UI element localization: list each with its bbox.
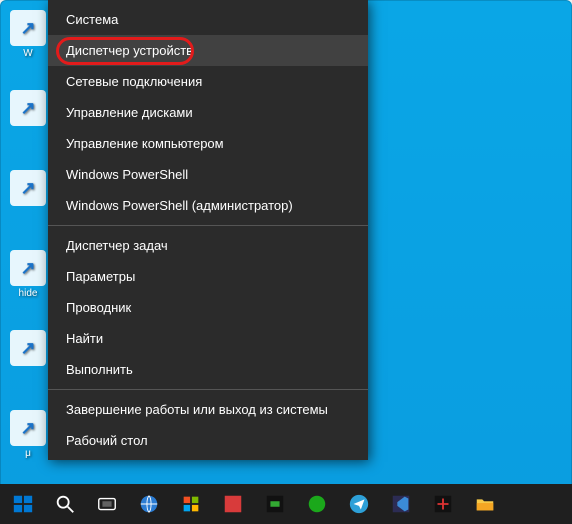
taskview-button[interactable] — [86, 484, 128, 524]
desktop-icon-label: μ — [25, 448, 31, 459]
start-button[interactable] — [2, 484, 44, 524]
menu-item-powershell[interactable]: Windows PowerShell — [48, 159, 368, 190]
taskbar-app[interactable] — [338, 484, 380, 524]
menu-item-shutdown-signout[interactable]: Завершение работы или выход из системы — [48, 394, 368, 425]
taskbar-app[interactable] — [380, 484, 422, 524]
app-green-icon — [306, 493, 328, 515]
menu-item-disk-management[interactable]: Управление дисками — [48, 97, 368, 128]
tool-icon — [432, 493, 454, 515]
taskbar-app[interactable] — [464, 484, 506, 524]
menu-item-powershell-admin[interactable]: Windows PowerShell (администратор) — [48, 190, 368, 221]
app-dark-icon — [264, 493, 286, 515]
desktop-icon[interactable]: ↗ μ — [2, 410, 54, 462]
paper-plane-icon — [348, 493, 370, 515]
shortcut-icon: ↗ — [10, 10, 46, 46]
shortcut-icon: ↗ — [10, 330, 46, 366]
store-icon — [180, 493, 202, 515]
taskbar-app[interactable] — [212, 484, 254, 524]
search-icon — [54, 493, 76, 515]
desktop-icon[interactable]: ↗ — [2, 330, 54, 382]
menu-divider — [48, 389, 368, 390]
shortcut-icon: ↗ — [10, 90, 46, 126]
desktop-icon[interactable]: ↗ W — [2, 10, 54, 62]
app-red-icon — [222, 493, 244, 515]
desktop-icon-label: W — [23, 48, 32, 59]
menu-item-device-manager[interactable]: Диспетчер устройств — [48, 35, 368, 66]
menu-item-settings[interactable]: Параметры — [48, 261, 368, 292]
menu-item-task-manager[interactable]: Диспетчер задач — [48, 230, 368, 261]
taskbar[interactable] — [0, 484, 572, 524]
taskbar-app[interactable] — [170, 484, 212, 524]
menu-item-system[interactable]: Система — [48, 4, 368, 35]
menu-item-desktop[interactable]: Рабочий стол — [48, 425, 368, 456]
taskbar-app[interactable] — [128, 484, 170, 524]
winx-context-menu: Система Диспетчер устройств Сетевые подк… — [48, 0, 368, 460]
folder-icon — [474, 493, 496, 515]
taskbar-app[interactable] — [422, 484, 464, 524]
menu-item-computer-management[interactable]: Управление компьютером — [48, 128, 368, 159]
taskbar-app[interactable] — [254, 484, 296, 524]
shortcut-icon: ↗ — [10, 410, 46, 446]
taskbar-app[interactable] — [296, 484, 338, 524]
desktop-icon[interactable]: ↗ — [2, 90, 54, 142]
search-button[interactable] — [44, 484, 86, 524]
desktop-icon[interactable]: ↗ hide — [2, 250, 54, 302]
shortcut-icon: ↗ — [10, 170, 46, 206]
desktop[interactable]: ↗ W ↗ ↗ ↗ hide ↗ ↗ μ Система Диспетчер у… — [0, 0, 572, 524]
menu-item-network-connections[interactable]: Сетевые подключения — [48, 66, 368, 97]
windows-logo-icon — [12, 493, 34, 515]
vscode-icon — [390, 493, 412, 515]
taskview-icon — [96, 493, 118, 515]
desktop-icon-label: hide — [19, 288, 38, 299]
globe-icon — [138, 493, 160, 515]
menu-item-run[interactable]: Выполнить — [48, 354, 368, 385]
menu-item-search[interactable]: Найти — [48, 323, 368, 354]
menu-divider — [48, 225, 368, 226]
desktop-icon[interactable]: ↗ — [2, 170, 54, 222]
shortcut-icon: ↗ — [10, 250, 46, 286]
menu-item-explorer[interactable]: Проводник — [48, 292, 368, 323]
